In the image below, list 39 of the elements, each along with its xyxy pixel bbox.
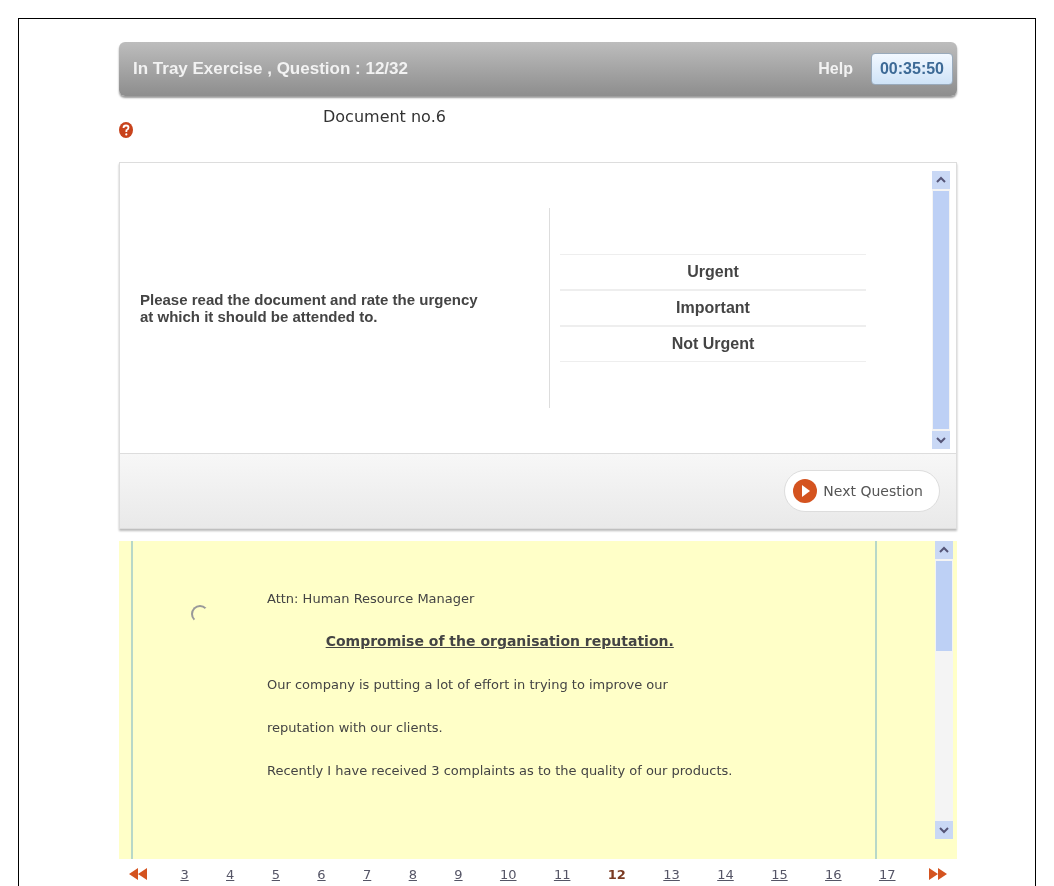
page-link[interactable]: 6: [313, 866, 330, 882]
page-link[interactable]: 7: [359, 866, 376, 882]
page-link[interactable]: 14: [713, 866, 738, 882]
next-question-button[interactable]: Next Question: [784, 470, 940, 512]
scroll-up-icon[interactable]: [932, 171, 950, 189]
scroll-up-icon[interactable]: [935, 541, 953, 559]
page-link[interactable]: 17: [874, 866, 900, 882]
timer: 00:35:50: [870, 53, 953, 85]
page-link[interactable]: 11: [549, 866, 575, 882]
header-title: In Tray Exercise , Question : 12/32: [133, 59, 409, 79]
play-icon: [793, 479, 818, 503]
answer-option[interactable]: Not Urgent: [560, 326, 866, 362]
answer-option[interactable]: Important: [560, 290, 866, 326]
scroll-down-icon[interactable]: [935, 821, 953, 839]
question-text: Please read the document and rate the urgency at which it should be attended to.: [140, 208, 550, 408]
answer-option[interactable]: Urgent: [560, 254, 866, 290]
scroll-down-icon[interactable]: [932, 431, 950, 449]
page-link[interactable]: 8: [404, 866, 421, 882]
first-page-icon[interactable]: [129, 868, 147, 880]
document-line: Our company is putting a lot of effort in trying to improve our: [267, 676, 669, 694]
page-link[interactable]: 10: [495, 866, 521, 882]
page-link[interactable]: 9: [450, 866, 467, 882]
radio-button[interactable]: [191, 605, 209, 623]
last-page-icon[interactable]: [928, 868, 947, 880]
document-recipient: Attn: Human Resource Manager: [267, 590, 476, 608]
scrollbar[interactable]: [932, 171, 950, 449]
page-link[interactable]: 15: [767, 866, 792, 882]
page-link[interactable]: 12: [603, 866, 630, 882]
page-link[interactable]: 16: [821, 866, 846, 882]
help-icon[interactable]: [119, 122, 133, 138]
page-link[interactable]: 5: [267, 866, 284, 882]
page-link[interactable]: 4: [222, 866, 239, 882]
document-line: Recently I have received 3 complaints as to the quality of our products.: [267, 762, 733, 780]
page-link[interactable]: 13: [659, 866, 684, 882]
scrollbar[interactable]: [935, 541, 953, 839]
document-heading: Compromise of the organisation reputation.: [324, 632, 675, 651]
page-link[interactable]: 3: [176, 866, 193, 882]
document-line: reputation with our clients.: [267, 719, 444, 737]
document-title: Document no.6: [323, 107, 446, 126]
